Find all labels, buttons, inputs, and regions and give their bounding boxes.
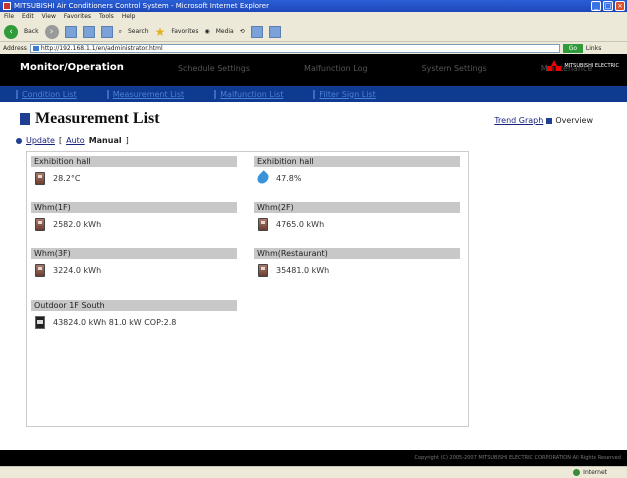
bullet-icon xyxy=(16,137,22,144)
internet-zone-icon xyxy=(573,469,581,476)
search-label[interactable]: Search xyxy=(128,28,149,35)
watt-hour-meter-icon[interactable] xyxy=(35,217,45,231)
thermometer-icon[interactable] xyxy=(35,171,45,185)
app-icon xyxy=(3,2,11,10)
subnav-malfunction-list[interactable]: Malfunction List xyxy=(214,89,283,99)
favorites-star-icon[interactable]: ★ xyxy=(155,25,166,39)
watt-hour-meter-icon[interactable] xyxy=(258,263,268,277)
refresh-icon[interactable] xyxy=(82,25,95,38)
watt-hour-meter-icon[interactable] xyxy=(35,263,45,277)
browser-toolbar: ‹ Back › ⌕ Search ★ Favorites ◉ Media ⟲ xyxy=(0,22,627,42)
update-row: Update [ Auto Manual ] xyxy=(16,136,129,145)
forward-arrow-icon[interactable]: › xyxy=(44,24,59,39)
nav-monitor-operation[interactable]: Monitor/Operation xyxy=(20,62,124,75)
update-link[interactable]: Update xyxy=(26,136,55,145)
measurement-item: Whm(1F) 2582.0 kWh xyxy=(31,202,237,235)
trend-graph-link[interactable]: Trend Graph xyxy=(494,116,543,125)
subnav-condition-list[interactable]: Condition List xyxy=(16,89,77,99)
logo-text: MITSUBISHI ELECTRIC xyxy=(564,62,619,69)
title-square-icon xyxy=(20,113,30,125)
measurement-item: Exhibition hall 47.8% xyxy=(254,156,460,189)
outdoor-unit-icon[interactable] xyxy=(35,315,45,329)
browser-status-bar: Internet xyxy=(0,466,627,478)
measurement-name: Whm(3F) xyxy=(31,248,237,259)
measurement-item: Whm(3F) 3224.0 kWh xyxy=(31,248,237,281)
subnav-measurement-list[interactable]: Measurement List xyxy=(106,89,184,99)
back-label[interactable]: Back xyxy=(24,28,39,35)
measurement-value: 35481.0 kWh xyxy=(276,265,330,275)
history-icon[interactable]: ⟲ xyxy=(240,28,245,35)
menu-favorites[interactable]: Favorites xyxy=(64,12,91,22)
watt-hour-meter-icon[interactable] xyxy=(258,217,268,231)
menu-bar: File Edit View Favorites Tools Help xyxy=(0,12,627,22)
measurement-item: Whm(Restaurant) 35481.0 kWh xyxy=(254,248,460,281)
measurement-value: 28.2°C xyxy=(53,173,81,183)
menu-help[interactable]: Help xyxy=(122,12,136,22)
subnav-filter-sign-list[interactable]: Filter Sign List xyxy=(313,89,376,99)
minimize-button[interactable]: _ xyxy=(591,1,601,11)
links-label[interactable]: Links xyxy=(586,45,601,52)
address-label: Address xyxy=(3,44,27,52)
measurement-panel: Exhibition hall 28.2°C Exhibition hall 4… xyxy=(26,151,469,427)
nav-schedule-settings[interactable]: Schedule Settings xyxy=(178,62,250,75)
measurement-item: Exhibition hall 28.2°C xyxy=(31,156,237,189)
mode-bracket-close: ] xyxy=(125,136,129,145)
maximize-button[interactable]: □ xyxy=(603,1,613,11)
nav-system-settings[interactable]: System Settings xyxy=(422,62,487,75)
overview-square-icon xyxy=(546,117,553,124)
menu-tools[interactable]: Tools xyxy=(99,12,114,22)
measurement-value: 4765.0 kWh xyxy=(276,219,325,229)
measurement-name: Exhibition hall xyxy=(31,156,237,167)
back-arrow-icon[interactable]: ‹ xyxy=(4,24,18,39)
print-icon[interactable] xyxy=(268,25,281,38)
manual-mode-label: Manual xyxy=(88,136,122,145)
menu-edit[interactable]: Edit xyxy=(22,12,34,22)
page-content: Monitor/Operation Schedule Settings Malf… xyxy=(0,54,627,466)
auto-mode-link[interactable]: Auto xyxy=(66,136,85,145)
measurement-value: 2582.0 kWh xyxy=(53,219,102,229)
close-button[interactable]: × xyxy=(615,1,625,11)
media-label[interactable]: Media xyxy=(216,28,234,35)
address-input[interactable]: http://192.168.1.1/en/administrator.html xyxy=(29,43,560,53)
three-diamonds-icon xyxy=(547,60,562,72)
home-icon[interactable] xyxy=(100,25,113,38)
trend-overview-links: Trend Graph Overview xyxy=(494,116,593,125)
go-button[interactable]: Go xyxy=(562,43,583,53)
search-icon[interactable]: ⌕ xyxy=(119,28,122,36)
nav-malfunction-log[interactable]: Malfunction Log xyxy=(304,62,368,75)
measurement-name: Whm(2F) xyxy=(254,202,460,213)
measurement-value: 3224.0 kWh xyxy=(53,265,102,275)
favorites-label[interactable]: Favorites xyxy=(171,28,198,35)
mitsubishi-logo: MITSUBISHI ELECTRIC xyxy=(547,60,619,72)
app-header: Monitor/Operation Schedule Settings Malf… xyxy=(0,54,627,86)
measurement-value: 43824.0 kWh 81.0 kW COP:2.8 xyxy=(53,317,177,327)
page-title-text: Measurement List xyxy=(35,110,160,127)
measurement-value: 47.8% xyxy=(276,173,302,183)
menu-file[interactable]: File xyxy=(4,12,14,22)
address-bar: Address http://192.168.1.1/en/administra… xyxy=(0,42,627,54)
window-title: MITSUBISHI Air Conditioners Control Syst… xyxy=(14,2,269,10)
overview-link[interactable]: Overview xyxy=(555,116,593,125)
measurement-item: Whm(2F) 4765.0 kWh xyxy=(254,202,460,235)
measurement-name: Exhibition hall xyxy=(254,156,460,167)
stop-icon[interactable] xyxy=(64,25,77,38)
copyright-footer: Copyright (C) 2005-2007 MITSUBISHI ELECT… xyxy=(0,450,627,466)
mode-bracket-open: [ xyxy=(58,136,63,145)
menu-view[interactable]: View xyxy=(42,12,56,22)
sub-navigation: Condition List Measurement List Malfunct… xyxy=(0,86,627,102)
measurement-name: Whm(1F) xyxy=(31,202,237,213)
measurement-item: Outdoor 1F South 43824.0 kWh 81.0 kW COP… xyxy=(31,300,237,333)
page-title: Measurement List xyxy=(20,110,160,128)
measurement-name: Whm(Restaurant) xyxy=(254,248,460,259)
mail-icon[interactable] xyxy=(250,25,263,38)
humidity-icon[interactable] xyxy=(255,170,271,186)
window-title-bar: MITSUBISHI Air Conditioners Control Syst… xyxy=(0,0,627,12)
status-zone-label: Internet xyxy=(583,469,607,476)
measurement-name: Outdoor 1F South xyxy=(31,300,237,311)
media-icon[interactable]: ◉ xyxy=(204,28,209,35)
